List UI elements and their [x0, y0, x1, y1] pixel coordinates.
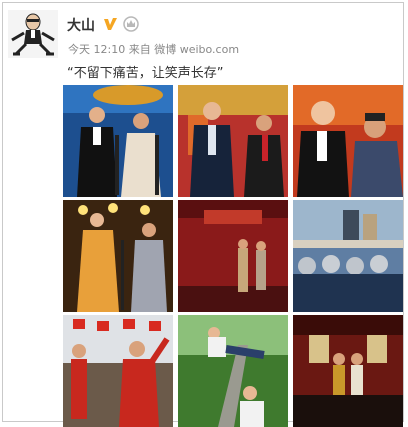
post-time[interactable]: 今天 12:10 [68, 43, 125, 56]
photo-stage-spotlight[interactable] [63, 200, 173, 312]
photo-outdoor-crowd-helmets[interactable] [293, 200, 403, 312]
avatar[interactable] [8, 10, 58, 58]
photo-performance-hall[interactable] [293, 315, 403, 427]
source-prefix: 来自 [128, 43, 151, 56]
photo-theater-stage[interactable] [178, 200, 288, 312]
crown-icon[interactable] [123, 16, 139, 32]
photo-performers-red-backdrop[interactable] [178, 85, 288, 197]
post-source[interactable]: 微博 weibo.com [154, 43, 239, 56]
post-meta: 今天 12:10 来自 微博 weibo.com [68, 41, 239, 57]
photo-tree-acrobatics[interactable] [178, 315, 288, 427]
photo-crosstalk-duo-blue[interactable] [63, 85, 173, 197]
avatar-cartoon-icon [8, 10, 58, 58]
photo-red-flags-event[interactable] [63, 315, 173, 427]
verified-v-icon[interactable] [102, 16, 118, 32]
post-text: “不留下痛苦，让笑声长存” [67, 66, 224, 81]
weibo-post-card: 大山 今天 12:10 来自 微博 weibo.com “不留下痛苦，让笑声长存… [2, 2, 404, 427]
username[interactable]: 大山 [67, 15, 95, 35]
photo-crosstalk-closeup[interactable] [293, 85, 403, 197]
